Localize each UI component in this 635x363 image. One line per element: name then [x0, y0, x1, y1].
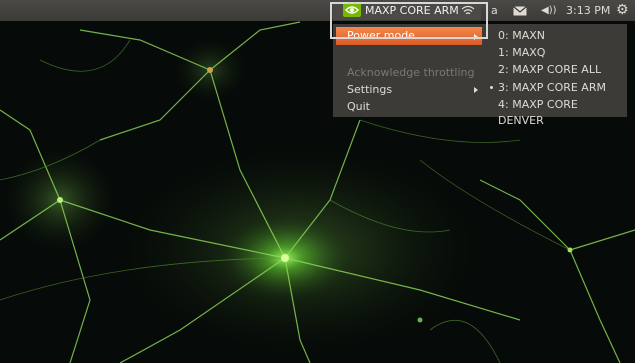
power-mode-submenu: 0: MAXN 1: MAXQ 2: MAXP CORE ALL 3: MAXP…	[485, 24, 627, 127]
power-mode-option[interactable]: 4: MAXP CORE DENVER	[498, 97, 627, 127]
menu-item-quit[interactable]: Quit	[347, 99, 370, 115]
mail-icon[interactable]	[513, 6, 527, 16]
power-mode-option[interactable]: 1: MAXQ	[498, 45, 545, 61]
menu-item-settings[interactable]: Settings	[347, 82, 392, 98]
submenu-arrow-icon	[474, 87, 478, 93]
keyboard-layout-indicator[interactable]: a	[491, 0, 498, 21]
power-mode-option[interactable]: 2: MAXP CORE ALL	[498, 62, 601, 78]
power-mode-option-active[interactable]: 3: MAXP CORE ARM	[498, 80, 606, 96]
volume-icon[interactable]: ◀))	[541, 0, 557, 21]
gear-icon[interactable]: ⚙	[616, 0, 629, 21]
clock[interactable]: 3:13 PM	[566, 0, 610, 21]
power-mode-option[interactable]: 0: MAXN	[498, 28, 545, 44]
highlight-frame	[330, 2, 488, 39]
active-mode-dot-icon	[490, 86, 493, 89]
top-panel: MAXP CORE ARM a ◀)) 3:13 PM ⚙	[0, 0, 635, 21]
menu-item-acknowledge-throttling: Acknowledge throttling	[347, 66, 475, 79]
